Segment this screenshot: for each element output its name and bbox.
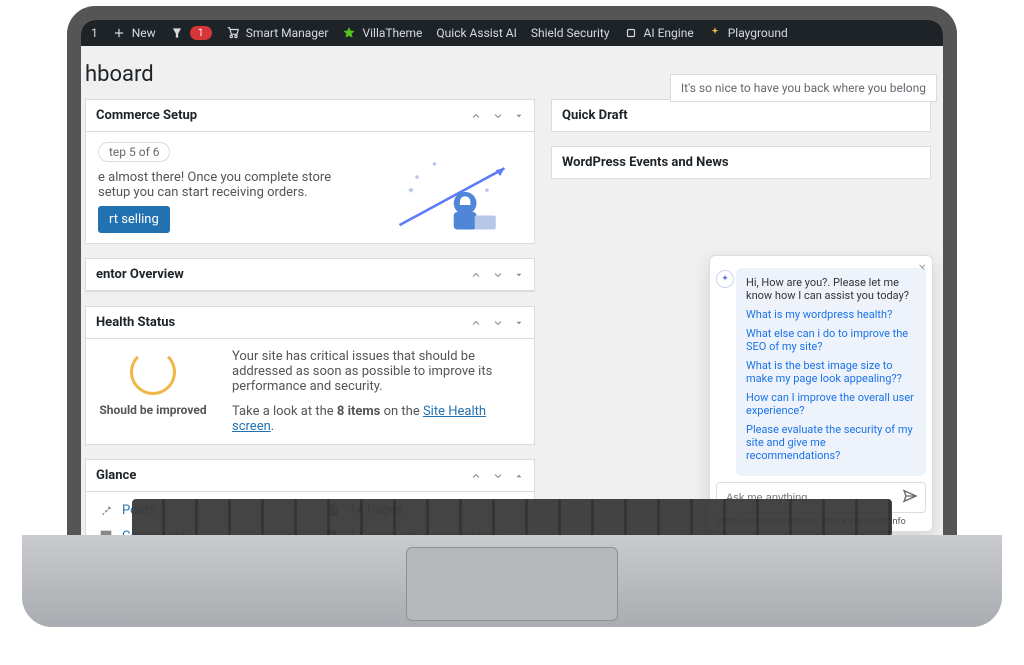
- chip-icon: [624, 26, 638, 40]
- adminbar-notifications[interactable]: 1: [91, 26, 98, 40]
- yoast-icon: [170, 26, 184, 40]
- pin-icon: [98, 502, 114, 518]
- dashboard-content: It's so nice to have you back where you …: [81, 46, 943, 542]
- admin-bar: 1 New 1 Sma: [81, 20, 943, 46]
- chat-bubble: ✦ Hi, How are you?. Please let me know h…: [736, 268, 926, 476]
- chat-suggestion-2[interactable]: What else can i do to improve the SEO of…: [746, 327, 916, 353]
- wp-events-title: WordPress Events and News: [562, 155, 729, 170]
- chevron-up-icon[interactable]: [470, 317, 482, 329]
- laptop-trackpad: [406, 547, 618, 621]
- elementor-overview-panel: entor Overview: [85, 258, 535, 292]
- elementor-overview-title: entor Overview: [96, 267, 184, 282]
- quick-draft-panel[interactable]: Quick Draft: [551, 99, 931, 132]
- chevron-up-icon[interactable]: [470, 470, 482, 482]
- chat-suggestion-5[interactable]: Please evaluate the security of my site …: [746, 423, 916, 462]
- site-health-panel: Health Status: [85, 306, 535, 445]
- adminbar-villa-label: VillaTheme: [362, 26, 422, 40]
- adminbar-play-label: Playground: [728, 26, 788, 40]
- at-a-glance-title: Glance: [96, 468, 136, 483]
- health-label: Should be improved: [98, 403, 208, 417]
- chevron-down-icon[interactable]: [492, 269, 504, 281]
- star-icon: [342, 26, 356, 40]
- caret-up-icon[interactable]: [514, 470, 524, 482]
- chevron-down-icon[interactable]: [492, 470, 504, 482]
- chat-avatar-icon: ✦: [716, 270, 734, 288]
- caret-down-icon[interactable]: [514, 110, 524, 122]
- wp-events-panel[interactable]: WordPress Events and News: [551, 146, 931, 179]
- woocommerce-setup-panel: Commerce Setup tep 5 of: [85, 99, 535, 244]
- woocommerce-setup-title: Commerce Setup: [96, 108, 197, 123]
- laptop-keyboard: [132, 499, 892, 537]
- adminbar-new-label: New: [132, 26, 156, 40]
- site-health-title: Health Status: [96, 315, 175, 330]
- sparkle-icon: [708, 26, 722, 40]
- health-text-1: Your site has critical issues that shoul…: [232, 349, 522, 394]
- chevron-up-icon[interactable]: [470, 269, 482, 281]
- quick-draft-title: Quick Draft: [562, 108, 628, 123]
- chat-greeting: Hi, How are you?. Please let me know how…: [746, 276, 916, 302]
- woocommerce-setup-text: e almost there! Once you complete store …: [98, 170, 364, 200]
- adminbar-quick-assist[interactable]: Quick Assist AI: [436, 26, 516, 40]
- adminbar-playground[interactable]: Playground: [708, 26, 788, 40]
- chat-suggestion-3[interactable]: What is the best image size to make my p…: [746, 359, 916, 385]
- start-selling-button[interactable]: rt selling: [98, 206, 170, 233]
- adminbar-shield[interactable]: Shield Security: [531, 26, 610, 40]
- adminbar-new[interactable]: New: [112, 26, 156, 40]
- adminbar-smart-label: Smart Manager: [246, 26, 329, 40]
- chevron-up-icon[interactable]: [470, 110, 482, 122]
- chat-suggestion-4[interactable]: How can I improve the overall user exper…: [746, 391, 916, 417]
- setup-illustration: [382, 142, 522, 232]
- health-text-2: Take a look at the 8 items on the Site H…: [232, 404, 522, 434]
- health-donut-icon: [130, 349, 176, 395]
- adminbar-yoast[interactable]: 1: [170, 26, 212, 40]
- caret-down-icon[interactable]: [514, 269, 524, 281]
- setup-step-pill: tep 5 of 6: [98, 142, 170, 162]
- plus-icon: [112, 26, 126, 40]
- chevron-down-icon[interactable]: [492, 317, 504, 329]
- adminbar-smart-manager[interactable]: Smart Manager: [226, 26, 329, 40]
- cart-icon: [226, 26, 240, 40]
- adminbar-villatheme[interactable]: VillaTheme: [342, 26, 422, 40]
- welcome-banner: It's so nice to have you back where you …: [670, 74, 937, 102]
- send-icon[interactable]: [902, 488, 918, 507]
- adminbar-ai-engine[interactable]: AI Engine: [624, 26, 694, 40]
- adminbar-ai-label: AI Engine: [644, 26, 694, 40]
- chevron-down-icon[interactable]: [492, 110, 504, 122]
- yoast-badge: 1: [190, 26, 212, 40]
- chat-suggestion-1[interactable]: What is my wordpress health?: [746, 308, 916, 321]
- ai-chat-widget: × ✦ Hi, How are you?. Please let me know…: [709, 255, 933, 532]
- caret-down-icon[interactable]: [514, 317, 524, 329]
